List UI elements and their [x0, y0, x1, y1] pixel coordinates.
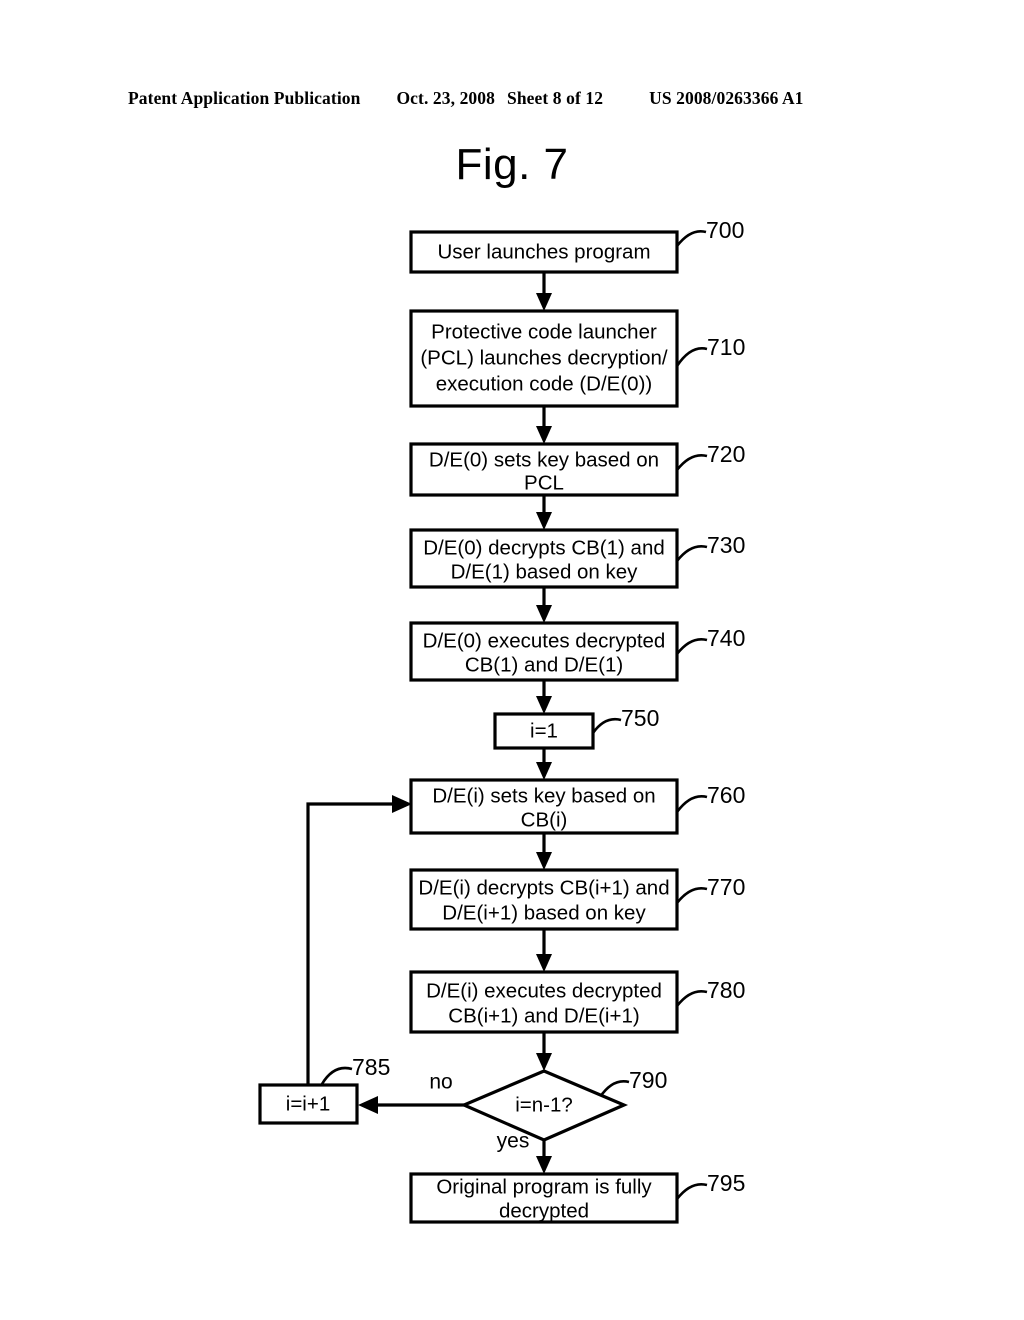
- node-720-line-1: PCL: [524, 471, 564, 494]
- ref-number-760: 760: [707, 782, 745, 808]
- ref-number-790: 790: [629, 1067, 667, 1093]
- node-740-line-1: CB(1) and D/E(1): [465, 653, 623, 676]
- leader-760: [675, 795, 708, 813]
- node-710-line-0: Protective code launcher: [431, 320, 657, 343]
- node-720[interactable]: D/E(0) sets key based on PCL: [409, 442, 679, 497]
- node-700[interactable]: User launches program: [409, 230, 679, 274]
- leader-710: [675, 347, 708, 367]
- arrowhead-790-795: [536, 1156, 552, 1174]
- ref-number-795: 795: [707, 1170, 745, 1196]
- leader-770: [675, 887, 708, 904]
- node-770[interactable]: D/E(i) decrypts CB(i+1) and D/E(i+1) bas…: [409, 868, 679, 931]
- node-780-line-1: CB(i+1) and D/E(i+1): [448, 1004, 639, 1027]
- node-780-line-0: D/E(i) executes decrypted: [426, 979, 662, 1002]
- leader-720: [675, 454, 708, 471]
- node-740-line-0: D/E(0) executes decrypted: [423, 629, 666, 652]
- ref-number-700: 700: [706, 217, 744, 243]
- node-750-line-0: i=1: [530, 719, 558, 742]
- flowchart-diagram: User launches program 700 Protective cod…: [258, 217, 745, 1224]
- edge-label-no: no: [429, 1071, 452, 1094]
- node-760-line-1: CB(i): [521, 808, 568, 831]
- node-700-line-0: User launches program: [437, 240, 650, 263]
- node-795-line-0: Original program is fully: [436, 1175, 652, 1198]
- node-780[interactable]: D/E(i) executes decrypted CB(i+1) and D/…: [409, 970, 679, 1034]
- node-720-line-0: D/E(0) sets key based on: [429, 448, 659, 471]
- node-710-line-2: execution code (D/E(0)): [436, 372, 652, 395]
- ref-number-730: 730: [707, 532, 745, 558]
- arrowhead-700-710: [536, 293, 552, 311]
- ref-number-720: 720: [707, 441, 745, 467]
- leader-785: [320, 1066, 353, 1085]
- node-770-line-1: D/E(i+1) based on key: [442, 901, 646, 924]
- node-770-line-0: D/E(i) decrypts CB(i+1) and: [418, 876, 669, 899]
- leader-780: [675, 990, 708, 1007]
- node-710-line-1: (PCL) launches decryption/: [420, 346, 668, 369]
- ref-number-750: 750: [621, 705, 659, 731]
- arrowhead-780-790: [536, 1053, 552, 1071]
- ref-number-710: 710: [707, 334, 745, 360]
- node-795[interactable]: Original program is fully decrypted: [409, 1172, 679, 1224]
- arrowhead-730-740: [536, 605, 552, 623]
- node-790[interactable]: i=n-1?: [459, 1069, 629, 1142]
- node-785-line-0: i=i+1: [286, 1092, 330, 1115]
- leader-790: [598, 1080, 630, 1098]
- node-760-line-0: D/E(i) sets key based on: [432, 784, 655, 807]
- node-760[interactable]: D/E(i) sets key based on CB(i): [409, 778, 679, 835]
- ref-number-770: 770: [707, 874, 745, 900]
- node-730[interactable]: D/E(0) decrypts CB(1) and D/E(1) based o…: [409, 528, 679, 589]
- leader-750: [591, 718, 622, 734]
- arrowhead-770-780: [536, 954, 552, 972]
- arrowhead-785-760: [392, 795, 412, 813]
- arrowhead-790-785: [358, 1096, 378, 1114]
- leader-795: [675, 1183, 708, 1200]
- node-710[interactable]: Protective code launcher (PCL) launches …: [409, 309, 679, 408]
- arrowhead-720-730: [536, 512, 552, 530]
- leader-740: [675, 638, 708, 655]
- leader-730: [675, 545, 708, 562]
- arrowhead-750-760: [536, 762, 552, 780]
- node-730-line-1: D/E(1) based on key: [451, 560, 639, 583]
- node-740[interactable]: D/E(0) executes decrypted CB(1) and D/E(…: [409, 621, 679, 682]
- connector-785-760-loop: [306, 802, 398, 1085]
- ref-number-785: 785: [352, 1054, 390, 1080]
- node-750[interactable]: i=1: [493, 712, 595, 750]
- node-790-line-0: i=n-1?: [515, 1093, 573, 1116]
- ref-number-740: 740: [707, 625, 745, 651]
- arrowhead-760-770: [536, 852, 552, 870]
- leader-700: [675, 230, 707, 247]
- node-730-line-0: D/E(0) decrypts CB(1) and: [423, 536, 665, 559]
- node-795-line-1: decrypted: [499, 1199, 589, 1222]
- ref-number-780: 780: [707, 977, 745, 1003]
- arrowhead-710-720: [536, 426, 552, 444]
- arrowhead-740-750: [536, 696, 552, 714]
- node-785[interactable]: i=i+1: [258, 1083, 359, 1125]
- edge-label-yes: yes: [497, 1130, 530, 1153]
